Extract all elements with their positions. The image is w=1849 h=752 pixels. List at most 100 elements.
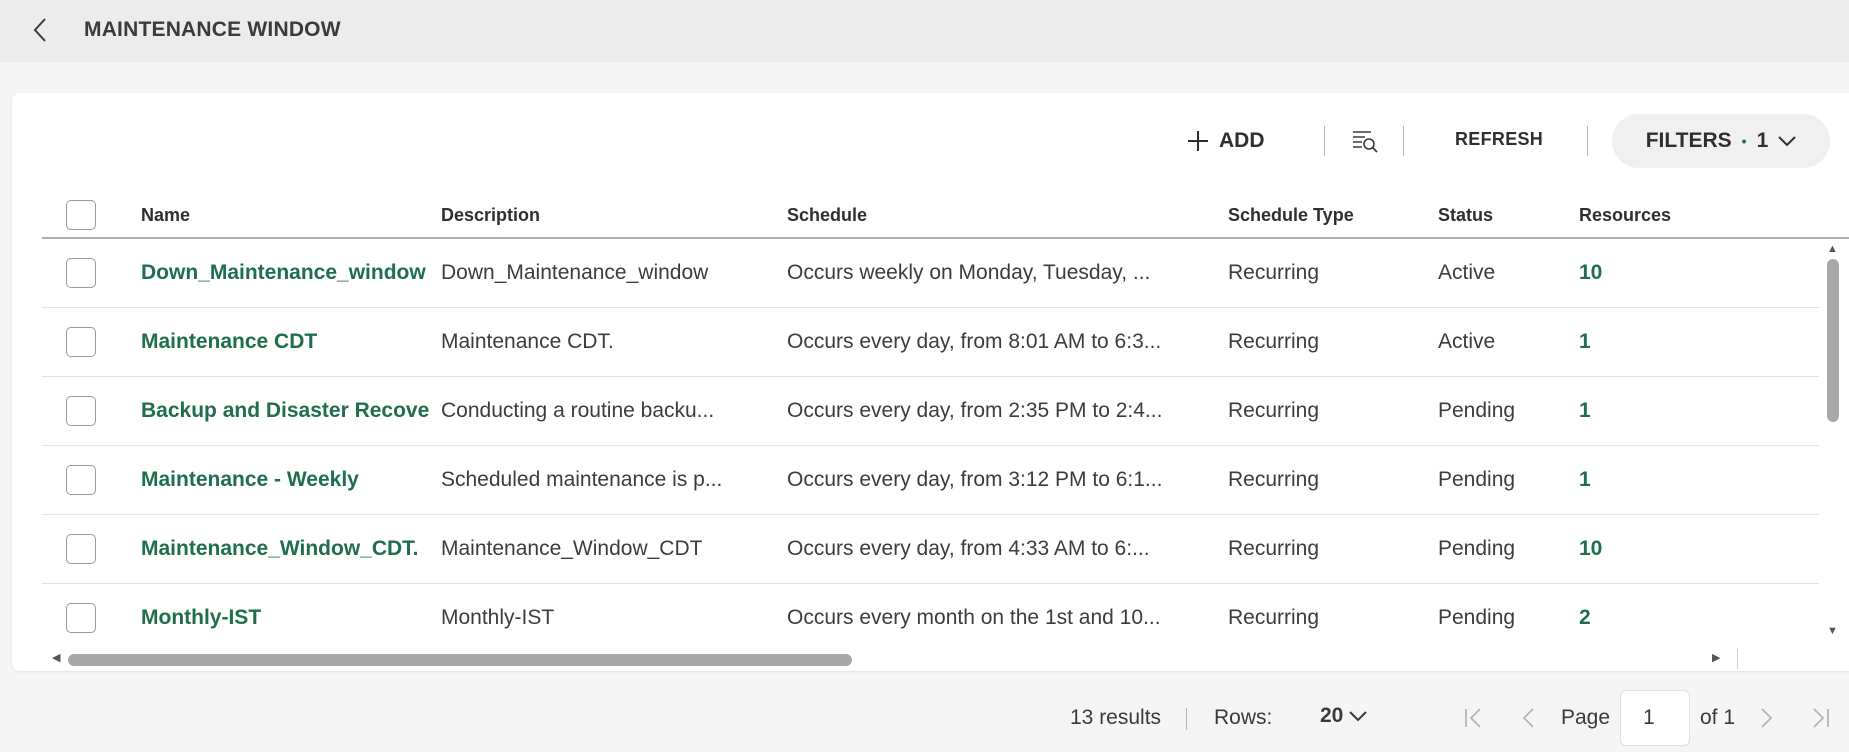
next-page-button[interactable]	[1753, 704, 1781, 732]
row-status: Pending	[1438, 606, 1516, 629]
row-checkbox[interactable]	[66, 603, 96, 633]
toolbar-divider	[1324, 126, 1325, 156]
row-resources-link[interactable]: 1	[1579, 468, 1591, 492]
row-resources-link[interactable]: 2	[1579, 606, 1591, 630]
row-schedule-type: Recurring	[1228, 399, 1320, 422]
row-resources-link[interactable]: 10	[1579, 261, 1602, 285]
table-header-row: Name Description Schedule Schedule Type …	[42, 191, 1849, 239]
row-checkbox[interactable]	[66, 327, 96, 357]
table-row: Monthly-IST Monthly-IST Occurs every mon…	[42, 584, 1819, 641]
row-description: Conducting a routine backu...	[441, 399, 715, 422]
filters-label: FILTERS	[1645, 129, 1732, 152]
add-button-label: ADD	[1219, 129, 1265, 152]
chevron-down-icon	[1778, 136, 1796, 147]
last-page-icon	[1813, 708, 1829, 728]
add-button[interactable]: ADD	[1187, 123, 1265, 159]
horizontal-scroll-thumb[interactable]	[68, 654, 852, 666]
row-name-link[interactable]: Maintenance CDT	[141, 330, 431, 354]
page-total: of 1	[1700, 706, 1736, 729]
page-title: MAINTENANCE WINDOW	[84, 18, 341, 41]
scrollbar-divider	[1737, 649, 1738, 669]
filters-button[interactable]: FILTERS • 1	[1612, 114, 1830, 168]
column-header-schedule[interactable]: Schedule	[787, 205, 867, 226]
column-header-name[interactable]: Name	[141, 205, 190, 226]
row-schedule: Occurs every day, from 3:12 PM to 6:1...	[787, 468, 1163, 491]
row-description: Scheduled maintenance is p...	[441, 468, 723, 491]
chevron-left-icon	[33, 18, 46, 42]
table-row: Maintenance CDT Maintenance CDT. Occurs …	[42, 308, 1819, 377]
row-description: Maintenance CDT.	[441, 330, 614, 353]
rows-per-page-value: 20	[1320, 704, 1344, 727]
row-resources-link[interactable]: 10	[1579, 537, 1602, 561]
scroll-up-icon[interactable]: ▲	[1827, 243, 1838, 255]
rows-per-page-select[interactable]: 20	[1320, 704, 1368, 728]
last-page-button[interactable]	[1806, 704, 1834, 732]
row-schedule: Occurs every day, from 8:01 AM to 6:3...	[787, 330, 1162, 353]
back-button[interactable]	[22, 14, 58, 46]
row-schedule-type: Recurring	[1228, 537, 1320, 560]
scroll-right-icon[interactable]: ▶	[1712, 651, 1720, 664]
scroll-down-icon[interactable]: ▼	[1827, 625, 1838, 637]
row-resources-link[interactable]: 1	[1579, 399, 1591, 423]
vertical-scrollbar[interactable]: ▲ ▼	[1819, 239, 1849, 641]
row-checkbox[interactable]	[66, 396, 96, 426]
row-status: Pending	[1438, 468, 1516, 491]
row-status: Pending	[1438, 537, 1516, 560]
list-search-icon	[1353, 131, 1378, 153]
row-description: Down_Maintenance_window	[441, 261, 709, 284]
row-schedule-type: Recurring	[1228, 606, 1320, 629]
column-header-schedule-type[interactable]: Schedule Type	[1228, 205, 1354, 226]
vertical-scroll-thumb[interactable]	[1827, 259, 1839, 422]
row-schedule-type: Recurring	[1228, 330, 1320, 353]
plus-icon	[1188, 131, 1208, 151]
horizontal-scrollbar[interactable]: ◀ ▶	[46, 649, 1736, 671]
column-header-description[interactable]: Description	[441, 205, 540, 226]
row-description: Maintenance_Window_CDT	[441, 537, 703, 560]
page-header: MAINTENANCE WINDOW	[0, 0, 1849, 62]
row-name-link[interactable]: Maintenance_Window_CDT.	[141, 537, 431, 561]
first-page-icon	[1465, 708, 1481, 728]
table-card: ADD REFRESH FILTERS • 1 Name Description…	[12, 93, 1849, 671]
row-name-link[interactable]: Maintenance - Weekly	[141, 468, 431, 492]
row-status: Active	[1438, 330, 1496, 353]
column-header-resources[interactable]: Resources	[1579, 205, 1671, 226]
page-label: Page	[1561, 706, 1611, 729]
row-name-link[interactable]: Down_Maintenance_window	[141, 261, 431, 285]
row-checkbox[interactable]	[66, 258, 96, 288]
previous-page-button[interactable]	[1514, 704, 1542, 732]
footer-divider	[1186, 708, 1187, 730]
chevron-right-icon	[1761, 708, 1773, 728]
chevron-left-icon	[1522, 708, 1534, 728]
row-checkbox[interactable]	[66, 465, 96, 495]
filters-count: 1	[1756, 129, 1769, 152]
row-schedule-type: Recurring	[1228, 261, 1320, 284]
row-status: Active	[1438, 261, 1496, 284]
page-number-input[interactable]	[1620, 690, 1690, 746]
row-name-link[interactable]: Backup and Disaster Recove	[141, 399, 431, 423]
scroll-left-icon[interactable]: ◀	[52, 651, 60, 664]
table-row: Maintenance_Window_CDT. Maintenance_Wind…	[42, 515, 1819, 584]
row-schedule: Occurs weekly on Monday, Tuesday, ...	[787, 261, 1151, 284]
row-schedule: Occurs every month on the 1st and 10...	[787, 606, 1161, 629]
pagination-bar: 13 results Rows: 20 Page of 1	[0, 690, 1849, 746]
row-schedule: Occurs every day, from 2:35 PM to 2:4...	[787, 399, 1163, 422]
row-schedule: Occurs every day, from 4:33 AM to 6:...	[787, 537, 1150, 560]
row-description: Monthly-IST	[441, 606, 555, 629]
row-resources-link[interactable]: 1	[1579, 330, 1591, 354]
select-all-checkbox[interactable]	[66, 200, 96, 230]
rows-label: Rows:	[1214, 706, 1273, 729]
row-schedule-type: Recurring	[1228, 468, 1320, 491]
column-search-button[interactable]	[1347, 123, 1383, 159]
row-status: Pending	[1438, 399, 1516, 422]
table-row: Maintenance - Weekly Scheduled maintenan…	[42, 446, 1819, 515]
results-count: 13 results	[1070, 706, 1162, 729]
row-name-link[interactable]: Monthly-IST	[141, 606, 431, 630]
first-page-button[interactable]	[1460, 704, 1488, 732]
toolbar-divider	[1403, 126, 1404, 156]
row-checkbox[interactable]	[66, 534, 96, 564]
filters-dot: •	[1741, 133, 1747, 149]
column-header-status[interactable]: Status	[1438, 205, 1493, 226]
table-row: Backup and Disaster Recove Conducting a …	[42, 377, 1819, 446]
refresh-button[interactable]: REFRESH	[1455, 129, 1543, 150]
chevron-down-icon	[1349, 711, 1368, 722]
